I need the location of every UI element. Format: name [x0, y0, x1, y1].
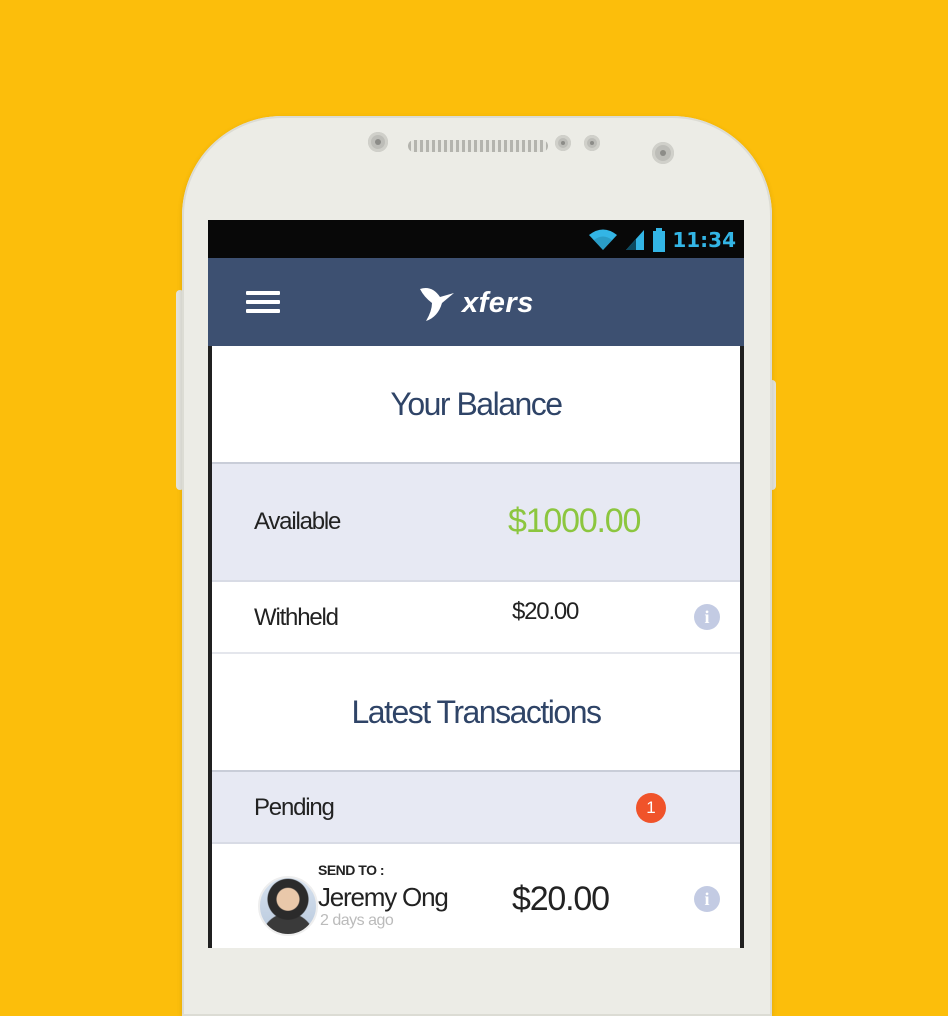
main-content: Your Balance Available $1000.00 Withheld… [212, 346, 740, 948]
pending-count-badge: 1 [636, 793, 666, 823]
signal-icon [626, 230, 645, 250]
available-amount: $1000.00 [508, 502, 641, 540]
transaction-name: Jeremy Ong [318, 882, 449, 912]
logo-text: xfers [462, 286, 534, 319]
available-label: Available [254, 508, 341, 535]
light-sensor [555, 135, 571, 151]
battery-icon [653, 228, 666, 252]
balance-header: Your Balance [212, 346, 740, 464]
transaction-direction: SEND TO : [318, 862, 385, 878]
xfers-logo-icon [420, 288, 454, 321]
transaction-info-icon[interactable]: i [694, 886, 720, 912]
available-row: Available $1000.00 [212, 464, 740, 582]
front-camera [652, 142, 674, 164]
transaction-item[interactable]: SEND TO : Jeremy Ong 2 days ago $20.00 i [212, 844, 740, 948]
status-icons: 11:34 [588, 226, 736, 254]
pending-label: Pending [254, 794, 335, 821]
transactions-title: Latest Transactions [351, 694, 602, 730]
withheld-info-icon[interactable]: i [694, 604, 720, 630]
withheld-row: Withheld $20.00 i [212, 582, 740, 654]
wifi-icon [589, 229, 618, 250]
light-sensor-2 [584, 135, 600, 151]
phone-speaker [408, 140, 548, 152]
phone-screen: 11:34 xfers Your Balance Available $1000… [208, 220, 744, 948]
status-time: 11:34 [672, 228, 736, 252]
status-bar: 11:34 [208, 220, 744, 258]
transaction-time: 2 days ago [320, 912, 394, 929]
transaction-amount: $20.00 [512, 880, 610, 918]
proximity-sensor [368, 132, 388, 152]
withheld-label: Withheld [254, 604, 339, 631]
app-header: xfers [208, 258, 744, 346]
avatar [258, 876, 318, 936]
hamburger-menu-icon[interactable] [246, 291, 280, 315]
xfers-logo: xfers [418, 280, 534, 326]
withheld-amount: $20.00 [512, 598, 579, 625]
balance-title: Your Balance [390, 386, 563, 422]
transactions-header: Latest Transactions [212, 654, 740, 772]
pending-row[interactable]: Pending 1 [212, 772, 740, 844]
